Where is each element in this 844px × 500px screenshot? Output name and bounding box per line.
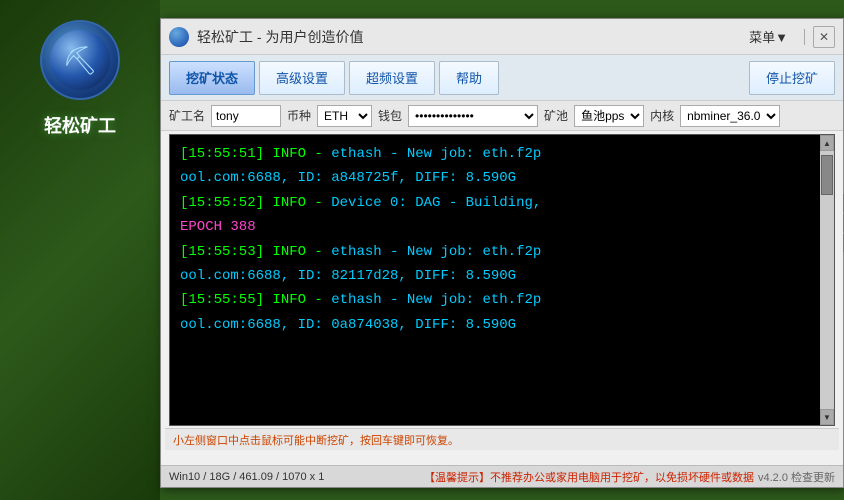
log-line-1: [15:55:51] INFO - ethash - New job: eth.… (180, 143, 824, 165)
status-bar: Win10 / 18G / 461.09 / 1070 x 1 【温馨提示】不推… (161, 465, 843, 487)
app-icon: ⛏ (40, 20, 120, 100)
pool-select[interactable]: 鱼池pps+ (574, 105, 644, 127)
log-wrapper: [15:55:51] INFO - ethash - New job: eth.… (165, 134, 839, 426)
warning-text: 【温馨提示】不推荐办公或家用电脑用于挖矿，以免损坏硬件或数据 (424, 469, 754, 485)
stop-mining-button[interactable]: 停止挖矿 (749, 61, 835, 95)
log-area[interactable]: [15:55:51] INFO - ethash - New job: eth.… (169, 134, 835, 426)
tab-help[interactable]: 帮助 (439, 61, 499, 95)
core-label: 内核 (650, 107, 674, 124)
window-title: 轻松矿工 - 为用户创造价值 (197, 27, 741, 47)
system-info: Win10 / 18G / 461.09 / 1070 x 1 (169, 471, 420, 483)
miner-label: 矿工名 (169, 107, 205, 124)
core-select[interactable]: nbminer_36.0 (680, 105, 780, 127)
window-controls: 菜单▼ ✕ (741, 25, 835, 48)
scrollbar-track: ▲ ▼ (820, 135, 834, 425)
sidebar: ⛏ 轻松矿工 (0, 0, 160, 500)
menu-button[interactable]: 菜单▼ (741, 25, 796, 48)
scroll-up-button[interactable]: ▲ (820, 135, 834, 151)
log-line-3: [15:55:52] INFO - Device 0: DAG - Buildi… (180, 192, 824, 214)
log-line-6: ool.com:6688, ID: 82117d28, DIFF: 8.590G (180, 265, 824, 287)
scroll-down-button[interactable]: ▼ (820, 409, 834, 425)
coin-label: 币种 (287, 107, 311, 124)
version-info[interactable]: v4.2.0 检查更新 (758, 469, 835, 485)
pickaxe-icon: ⛏ (62, 44, 98, 77)
bottom-hint: 小左侧窗口中点击鼠标可能中断挖矿，按回车键即可恢复。 (165, 428, 839, 450)
divider (804, 29, 805, 45)
tab-mining-status[interactable]: 挖矿状态 (169, 61, 255, 95)
log-line-2: ool.com:6688, ID: a848725f, DIFF: 8.590G (180, 167, 824, 189)
log-line-8: ool.com:6688, ID: 0a874038, DIFF: 8.590G (180, 314, 824, 336)
coin-select[interactable]: ETH (317, 105, 372, 127)
wallet-label: 钱包 (378, 107, 402, 124)
tab-overclock[interactable]: 超频设置 (349, 61, 435, 95)
log-line-5: [15:55:53] INFO - ethash - New job: eth.… (180, 241, 824, 263)
title-icon (169, 27, 189, 47)
scrollbar-thumb[interactable] (821, 155, 833, 195)
close-button[interactable]: ✕ (813, 26, 835, 48)
log-line-7: [15:55:55] INFO - ethash - New job: eth.… (180, 289, 824, 311)
log-line-4: EPOCH 388 (180, 216, 824, 238)
app-name: 轻松矿工 (44, 112, 116, 138)
hint-text: 小左侧窗口中点击鼠标可能中断挖矿，按回车键即可恢复。 (173, 432, 459, 448)
toolbar: 挖矿状态 高级设置 超频设置 帮助 停止挖矿 (161, 55, 843, 101)
title-bar: 轻松矿工 - 为用户创造价值 菜单▼ ✕ (161, 19, 843, 55)
wallet-select[interactable]: •••••••••••••• (408, 105, 538, 127)
pool-label: 矿池 (544, 107, 568, 124)
tab-advanced[interactable]: 高级设置 (259, 61, 345, 95)
config-bar: 矿工名 币种 ETH 钱包 •••••••••••••• 矿池 鱼池pps+ 内… (161, 101, 843, 131)
log-content: [15:55:51] INFO - ethash - New job: eth.… (170, 135, 834, 346)
miner-input[interactable] (211, 105, 281, 127)
main-window: 轻松矿工 - 为用户创造价值 菜单▼ ✕ 挖矿状态 高级设置 超频设置 帮助 停… (160, 18, 844, 488)
